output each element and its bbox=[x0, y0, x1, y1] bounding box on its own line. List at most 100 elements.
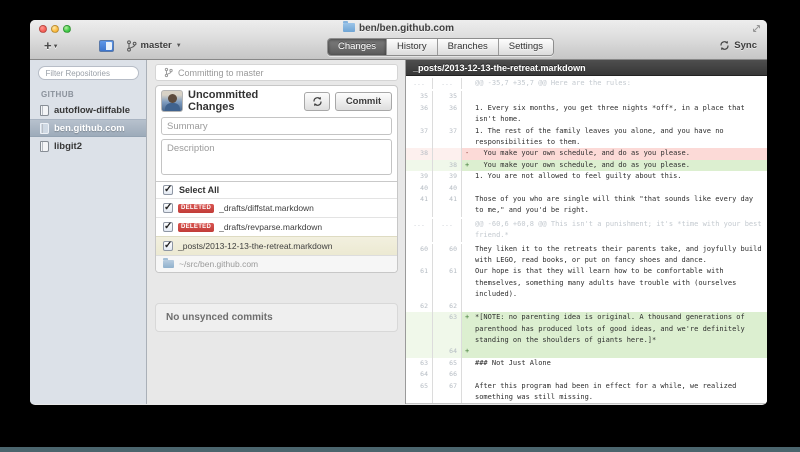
diff-row: 61 61 Our hope is that they will learn how… bbox=[406, 266, 767, 301]
diff-line-content: 1. Every six months, you get three night… bbox=[475, 103, 749, 124]
file-row[interactable]: DELETED _drafts/revparse.markdown bbox=[156, 217, 397, 236]
line-number-new: 60 bbox=[433, 243, 462, 267]
chevron-down-icon: ▼ bbox=[175, 42, 182, 49]
line-number-old: 38 bbox=[406, 148, 433, 160]
file-name: _posts/2013-12-13-the-retreat.markdown bbox=[178, 241, 333, 251]
repo-icon bbox=[40, 104, 49, 116]
sync-icon bbox=[720, 40, 729, 51]
diff-line-content: Those of you who are single will think "… bbox=[475, 195, 758, 215]
line-number-new: 66 bbox=[433, 369, 462, 381]
diff-pane: _posts/2013-12-13-the-retreat.markdown .… bbox=[405, 60, 767, 404]
line-number-old: 40 bbox=[406, 182, 433, 195]
refresh-button[interactable] bbox=[304, 91, 330, 111]
sync-label: Sync bbox=[734, 40, 757, 51]
no-unsynced-label: No unsynced commits bbox=[166, 312, 273, 323]
select-all-row[interactable]: Select All bbox=[156, 181, 397, 198]
line-number-new: 62 bbox=[433, 300, 462, 313]
diff-line-content: + bbox=[462, 346, 767, 358]
window-title-wrap: ben/ben.github.com bbox=[30, 21, 767, 34]
branch-icon bbox=[126, 39, 137, 52]
line-number-old: 61 bbox=[406, 266, 433, 301]
diff-marker: - bbox=[465, 149, 470, 158]
diff-row: 63 65 ### Not Just Alone bbox=[406, 357, 767, 370]
diff-line-content: @@ -35,7 +35,7 @@ Here are the rules: bbox=[475, 78, 631, 87]
diff-row: 63 + *[NOTE: no parenting idea is original… bbox=[406, 312, 767, 347]
window-title: ben/ben.github.com bbox=[359, 23, 454, 34]
diff-row: 36 36 1. Every six months, you get three n… bbox=[406, 102, 767, 126]
app-window: ben/ben.github.com +▼ master ▼ Changes Hi… bbox=[30, 20, 767, 405]
line-number-old bbox=[406, 312, 433, 347]
repo-name: libgit2 bbox=[54, 140, 82, 152]
line-number-old bbox=[406, 346, 433, 358]
line-number-new: 67 bbox=[433, 380, 462, 403]
diff-row: 35 35 bbox=[406, 91, 767, 103]
titlebar[interactable]: ben/ben.github.com bbox=[30, 20, 767, 37]
line-number-old: 35 bbox=[406, 91, 433, 103]
add-repository-button[interactable]: +▼ bbox=[44, 38, 59, 53]
line-number-new: 41 bbox=[433, 194, 462, 217]
diff-row: ...... @@ -60,6 +60,8 @@ This isn't a pun… bbox=[406, 217, 767, 244]
repo-filter-input[interactable] bbox=[37, 66, 139, 80]
commit-box: Uncommitted Changes Commit Select All DE… bbox=[155, 85, 398, 273]
line-number-old: 62 bbox=[406, 300, 433, 313]
line-number-new bbox=[433, 148, 462, 160]
line-number-old: 41 bbox=[406, 194, 433, 217]
diff-row: 38 + You make your own schedule, and do a… bbox=[406, 159, 767, 172]
branch-selector[interactable]: master ▼ bbox=[126, 39, 182, 52]
commit-target-label: Committing to master bbox=[178, 67, 264, 78]
commit-button[interactable]: Commit bbox=[335, 91, 392, 111]
line-number-old: 37 bbox=[406, 125, 433, 149]
tab-branches[interactable]: Branches bbox=[437, 39, 499, 55]
summary-input[interactable] bbox=[161, 117, 392, 135]
repository-sidebar: GITHUB autoflow-diffable ben.github.com li… bbox=[30, 60, 147, 404]
sidebar-toggle-button[interactable] bbox=[98, 39, 114, 52]
file-list: DELETED _drafts/diffstat.markdown DELETED _… bbox=[156, 198, 397, 255]
repo-path: ~/src/ben.github.com bbox=[179, 259, 259, 269]
description-input[interactable] bbox=[161, 139, 392, 175]
select-all-checkbox[interactable] bbox=[163, 184, 173, 195]
tab-history[interactable]: History bbox=[387, 39, 438, 55]
repo-path-row: ~/src/ben.github.com bbox=[156, 255, 397, 272]
sidebar-item-ben.github.com[interactable]: ben.github.com bbox=[30, 119, 146, 137]
tab-changes[interactable]: Changes bbox=[328, 39, 388, 55]
file-checkbox[interactable] bbox=[163, 221, 173, 232]
tab-settings[interactable]: Settings bbox=[498, 39, 554, 55]
diff-line-content: + *[NOTE: no parenting idea is original. … bbox=[462, 312, 767, 347]
folder-icon bbox=[163, 258, 174, 268]
commit-target-bar: Committing to master bbox=[155, 64, 398, 81]
diff-line-content bbox=[462, 183, 767, 194]
diff-row: 38 - You make your own schedule, and do a… bbox=[406, 148, 767, 160]
file-checkbox[interactable] bbox=[163, 240, 173, 251]
sync-button[interactable]: Sync bbox=[719, 40, 757, 51]
resize-grip-icon[interactable] bbox=[752, 24, 761, 33]
line-number-old: 39 bbox=[406, 171, 433, 183]
file-checkbox[interactable] bbox=[163, 202, 173, 213]
diff-row: 60 60 They liken it to the retreats their … bbox=[406, 243, 767, 267]
file-row[interactable]: _posts/2013-12-13-the-retreat.markdown bbox=[156, 236, 397, 255]
diff-line-content: They liken it to the retreats their pare… bbox=[475, 244, 766, 265]
repo-name: autoflow-diffable bbox=[54, 104, 130, 116]
file-name: _drafts/diffstat.markdown bbox=[219, 203, 314, 213]
line-number-old: 65 bbox=[406, 380, 433, 403]
line-number-new: 61 bbox=[433, 266, 462, 301]
commit-pane: Committing to master Uncommitted Changes… bbox=[147, 60, 405, 404]
diff-row: ...... @@ -35,7 +35,7 @@ Here are the rul… bbox=[406, 76, 767, 91]
branch-name: master bbox=[140, 40, 172, 51]
line-number-new: 65 bbox=[433, 357, 462, 370]
sidebar-item-autoflow-diffable[interactable]: autoflow-diffable bbox=[30, 101, 146, 119]
diff-row: 64 66 bbox=[406, 369, 767, 381]
diff-row: 65 67 After this program had been in effec… bbox=[406, 380, 767, 403]
file-row[interactable]: DELETED _drafts/diffstat.markdown bbox=[156, 198, 397, 217]
diff-row: 40 40 bbox=[406, 182, 767, 195]
repo-icon bbox=[40, 122, 49, 134]
commit-title: Uncommitted Changes bbox=[188, 89, 259, 113]
diff-body[interactable]: ...... @@ -35,7 +35,7 @@ Here are the rul… bbox=[406, 75, 767, 404]
sidebar-section-label: GITHUB bbox=[41, 90, 75, 99]
deleted-badge: DELETED bbox=[178, 203, 215, 213]
diff-line-content: - You make your own schedule, and do as … bbox=[462, 148, 767, 160]
line-number-old: 64 bbox=[406, 369, 433, 381]
sidebar-item-libgit2[interactable]: libgit2 bbox=[30, 137, 146, 155]
select-all-label: Select All bbox=[179, 185, 220, 195]
diff-line-content bbox=[462, 301, 767, 312]
branch-icon bbox=[164, 67, 173, 78]
